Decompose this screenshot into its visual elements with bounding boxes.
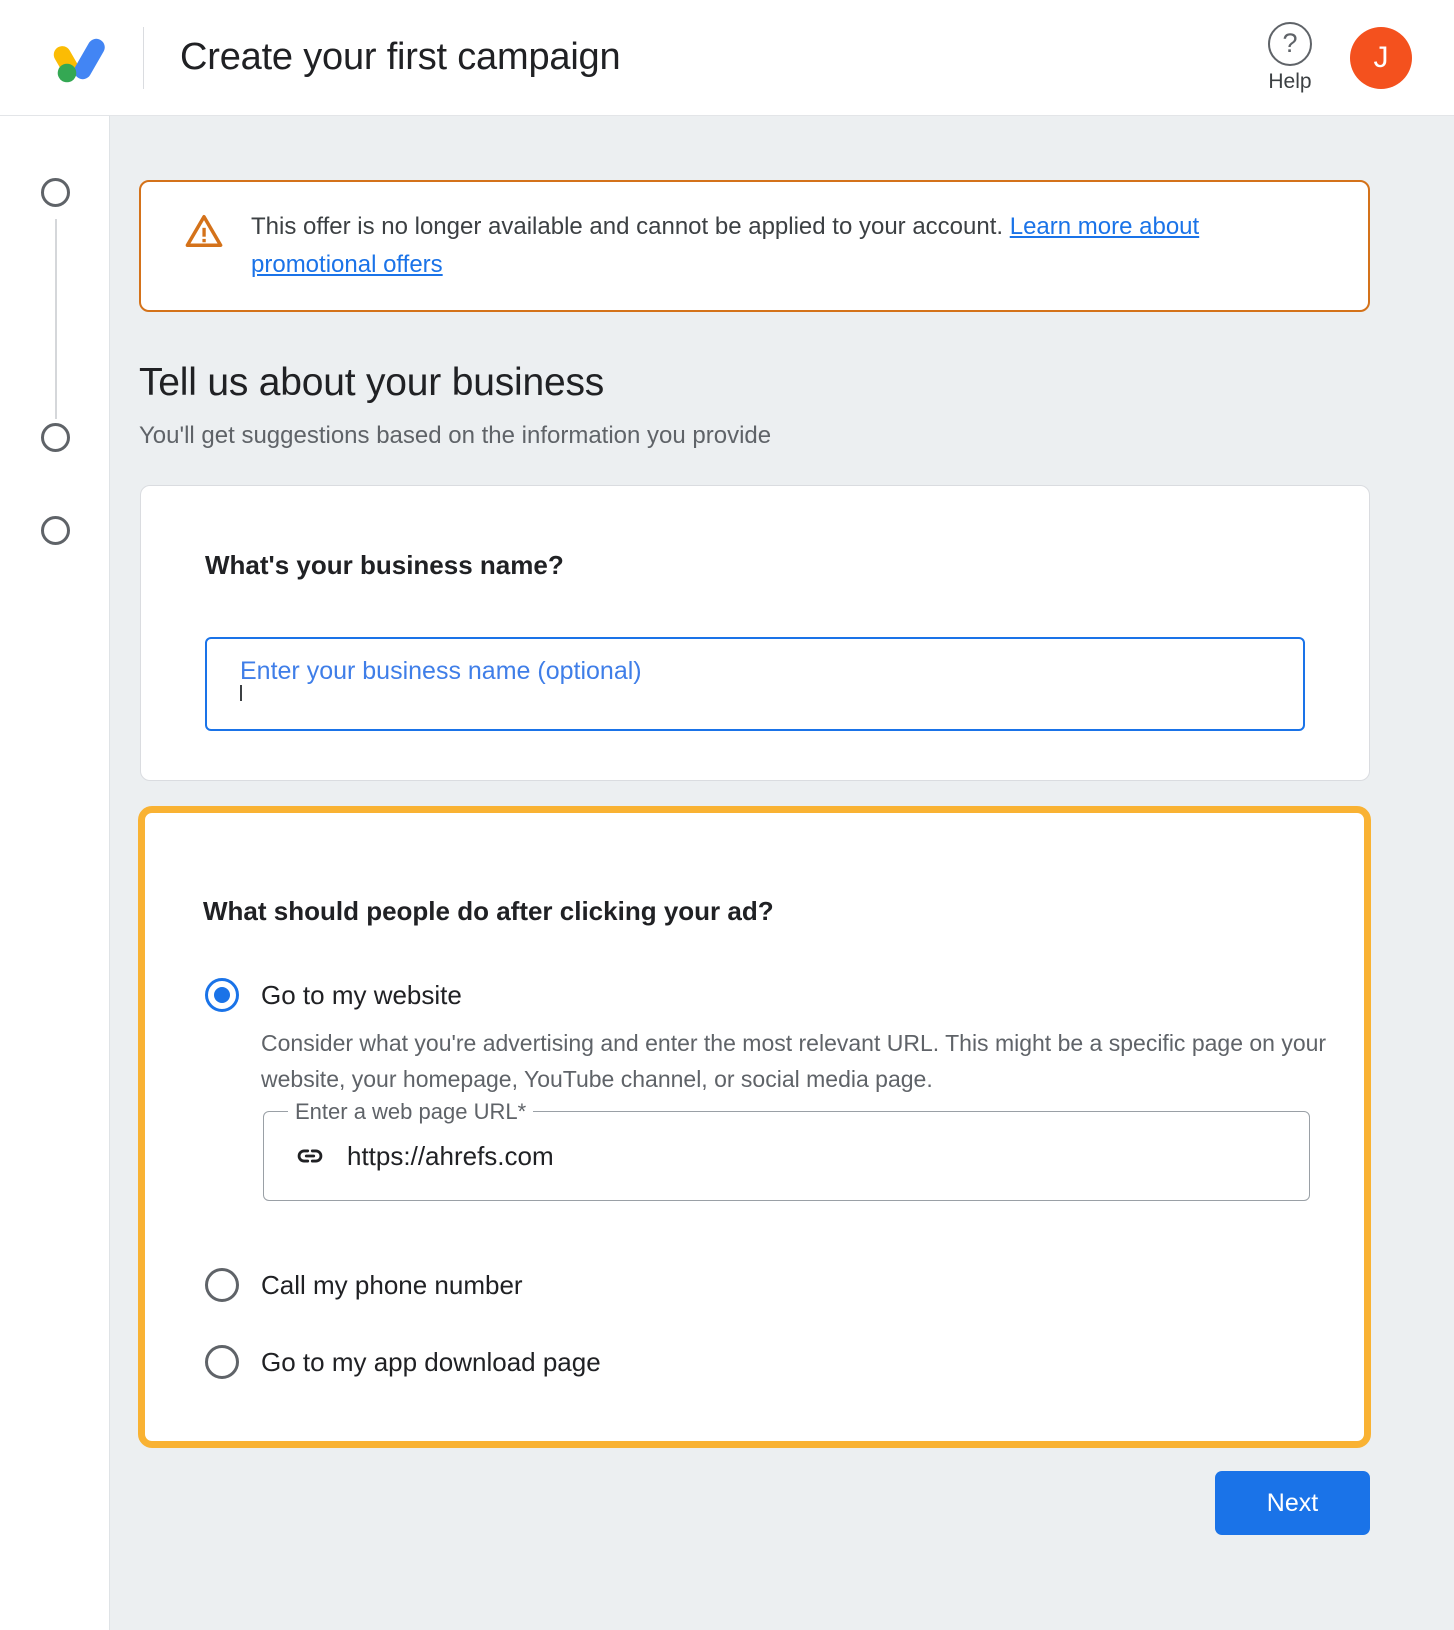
section-title: Tell us about your business [139, 361, 604, 405]
business-name-card: What's your business name? Enter your bu… [140, 485, 1370, 781]
radio-option-app-download[interactable]: Go to my app download page [205, 1345, 601, 1379]
business-name-placeholder: Enter your business name (optional) [240, 657, 642, 686]
offer-unavailable-alert: This offer is no longer available and ca… [139, 180, 1370, 312]
stepper-connector [55, 219, 57, 419]
web-page-url-value: https://ahrefs.com [347, 1141, 554, 1172]
help-label: Help [1268, 70, 1311, 94]
stepper-rail [0, 116, 110, 1630]
go-to-website-description: Consider what you're advertising and ent… [261, 1025, 1356, 1097]
stepper-step-2[interactable] [41, 423, 70, 452]
alert-text: This offer is no longer available and ca… [251, 208, 1311, 284]
avatar[interactable]: J [1350, 27, 1412, 89]
ad-action-card: What should people do after clicking you… [138, 806, 1371, 1448]
radio-button[interactable] [205, 1345, 239, 1379]
business-name-question: What's your business name? [205, 550, 564, 581]
radio-label: Go to my app download page [261, 1345, 601, 1379]
web-page-url-content: https://ahrefs.com [264, 1112, 554, 1200]
link-icon [294, 1140, 326, 1172]
radio-option-call-phone[interactable]: Call my phone number [205, 1268, 523, 1302]
section-subtitle: You'll get suggestions based on the info… [139, 422, 771, 450]
help-button[interactable]: ? Help [1268, 22, 1312, 94]
warning-triangle-icon [185, 212, 223, 250]
alert-message: This offer is no longer available and ca… [251, 213, 1010, 240]
header-actions: ? Help J [1268, 22, 1412, 94]
header-divider [143, 27, 144, 89]
question-mark-circle-icon: ? [1268, 22, 1312, 66]
business-name-input[interactable]: Enter your business name (optional) [205, 637, 1305, 731]
ad-action-question: What should people do after clicking you… [203, 896, 774, 927]
stepper-step-1[interactable] [41, 178, 70, 207]
stepper-step-3[interactable] [41, 516, 70, 545]
top-bar: Create your first campaign ? Help J [0, 0, 1454, 116]
web-page-url-field[interactable]: Enter a web page URL* https://ahrefs.com [263, 1111, 1310, 1201]
page-title: Create your first campaign [180, 36, 620, 79]
main-content: This offer is no longer available and ca… [110, 116, 1454, 1630]
radio-label: Call my phone number [261, 1268, 523, 1302]
page-body: This offer is no longer available and ca… [0, 116, 1454, 1630]
google-ads-logo-icon[interactable] [46, 25, 112, 91]
radio-label: Go to my website [261, 978, 462, 1012]
radio-button-selected[interactable] [205, 978, 239, 1012]
radio-option-go-to-website[interactable]: Go to my website [205, 978, 462, 1012]
radio-button[interactable] [205, 1268, 239, 1302]
next-button[interactable]: Next [1215, 1471, 1370, 1535]
text-caret [240, 685, 242, 701]
